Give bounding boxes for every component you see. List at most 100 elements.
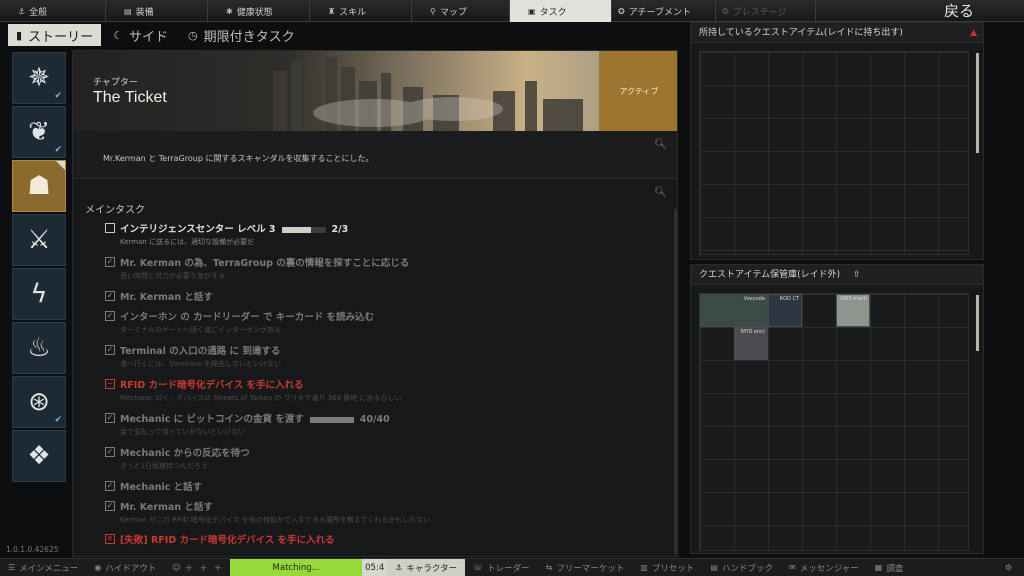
panel-title: クエストアイテム保管庫(レイド外) ⇧ xyxy=(691,265,983,285)
sort-up-icon[interactable]: ⇧ xyxy=(853,270,861,280)
task-title: Mechanic と話す xyxy=(120,482,203,493)
progress-bar xyxy=(281,226,326,233)
chapter-caption: チャプター xyxy=(93,78,138,88)
chapter-6-button[interactable]: ♨ xyxy=(12,322,66,374)
checkbox-checked: ✓ xyxy=(105,291,115,301)
task-title: インテリジェンスセンター レベル 3 2/3 xyxy=(120,224,349,235)
task-item: ✕ [失敗] RFID カード暗号化デバイス を手に入れる xyxy=(105,532,665,556)
tab-health[interactable]: ✱ 健康状態 xyxy=(208,0,310,22)
quest-item[interactable]: RFID encr xyxy=(734,327,768,360)
map-pin-icon: ⚲ xyxy=(430,6,436,16)
panel-scrollbar[interactable] xyxy=(976,295,979,351)
checkbox xyxy=(105,223,115,233)
chapter-1-button[interactable]: ✵ ✔ xyxy=(12,52,66,104)
task-title: RFID カード暗号化デバイス を手に入れる xyxy=(120,380,304,391)
flea-market-icon: ⇆ xyxy=(545,563,553,572)
checkbox-failed: ✕ xyxy=(105,534,115,544)
tab-label: 全般 xyxy=(29,7,48,18)
matching-timer: 05:4 xyxy=(362,558,388,576)
trader-icon: ☏ xyxy=(473,563,484,572)
invite-slot[interactable]: ＋ xyxy=(199,562,208,574)
health-icon: ✱ xyxy=(226,6,233,16)
tab-achievements[interactable]: ✪ アチーブメント xyxy=(612,0,716,22)
character-button[interactable]: ⚓ キャラクター xyxy=(387,558,466,576)
checkbox-checked: ✓ xyxy=(105,257,115,267)
chapter-7-button[interactable]: ⊛ ✔ xyxy=(12,376,66,428)
check-icon: ✔ xyxy=(54,91,62,101)
quest-item[interactable]: Voeyoda xyxy=(700,294,768,327)
survey-button[interactable]: ▦ 調査 xyxy=(867,559,912,576)
achievement-icon: ✪ xyxy=(618,6,625,16)
quest-item[interactable]: ROD CT xyxy=(768,294,802,327)
timer-icon: ◷ xyxy=(187,28,198,42)
task-scrollbar[interactable] xyxy=(674,209,677,554)
task-item: − RFID カード暗号化デバイス を手に入れる Mechanic 曰く、デバイ… xyxy=(105,377,665,407)
back-button[interactable]: 戻る xyxy=(944,0,974,22)
chapter-list: ✵ ✔ ❦ ✔ ☗ ⚔ ϟ ♨ ⊛ ✔ ❖ xyxy=(12,52,66,484)
chapter-3-button[interactable]: ☗ xyxy=(12,160,66,212)
task-category-tabs: ▮ ストーリー ☾ サイド ◷ 期限付きタスク xyxy=(8,24,303,46)
handbook-button[interactable]: ▤ ハンドブック xyxy=(702,559,781,576)
task-item: ✓ インターホン の カードリーダー で キーカード を読み込む ターミナルのゲ… xyxy=(105,309,665,339)
settings-gear-icon: ⚙ xyxy=(1004,563,1012,572)
panel-scrollbar[interactable] xyxy=(976,53,979,153)
fire-icon: ♨ xyxy=(27,333,51,363)
tab-story[interactable]: ▮ ストーリー xyxy=(8,24,102,46)
checkbox-checked: ✓ xyxy=(105,413,115,423)
messenger-button[interactable]: ✉ メッセンジャー xyxy=(781,559,867,576)
settings-button[interactable]: ⚙ xyxy=(997,559,1024,576)
check-icon: ✔ xyxy=(54,145,62,155)
main-menu-button[interactable]: ☰ メインメニュー xyxy=(0,559,86,576)
tab-label: サイド xyxy=(128,29,168,45)
tab-overview[interactable]: ⚓ 全般 xyxy=(0,0,106,22)
item-grid[interactable]: Voeyoda ROD CT AWS mech RFID encr xyxy=(699,293,969,551)
invite-slot[interactable]: ＋ xyxy=(185,562,194,574)
skills-icon: ♜ xyxy=(328,6,336,16)
task-title: Mr. Kerman と話す xyxy=(120,502,213,513)
globe-orbit-icon: ⊛ xyxy=(28,387,50,417)
chapter-banner: チャプター The Ticket アクティブ xyxy=(73,51,677,131)
character-icon: ⚓ xyxy=(395,563,403,572)
checkbox-failed: − xyxy=(105,379,115,389)
task-title: Mr. Kerman の為、TerraGroup の裏の情報を探すことに応じる xyxy=(120,258,410,269)
description-text: Mr.Kerman と TerraGroup に関するスキャンダルを収集すること… xyxy=(103,154,374,163)
quest-item[interactable]: AWS mech xyxy=(836,294,870,327)
task-title: Mechanic からの反応を待つ xyxy=(120,448,250,459)
task-item: ✓ Mechanic からの反応を待つ きっと1日程度待つんだろう xyxy=(105,445,665,475)
story-book-icon: ▮ xyxy=(16,28,23,42)
top-navigation: ⚓ 全般 ▤ 装備 ✱ 健康状態 ♜ スキル ⚲ マップ ▣ タスク ✪ アチーブメント ❂ プ… xyxy=(0,0,1024,22)
hideout-button[interactable]: ◉ ハイドアウト xyxy=(86,559,164,576)
tab-map[interactable]: ⚲ マップ xyxy=(412,0,510,22)
progress-bar xyxy=(309,416,354,423)
task-subtitle: ターミナルのゲートへ続く道にインターホンがある xyxy=(120,326,281,334)
presets-button[interactable]: ▥ プリセット xyxy=(632,559,702,576)
tab-gear[interactable]: ▤ 装備 xyxy=(106,0,208,22)
tab-side[interactable]: ☾ サイド xyxy=(105,24,176,46)
group-button[interactable]: ☺ ＋ ＋ ＋ xyxy=(164,559,230,576)
tab-label: ストーリー xyxy=(28,29,94,45)
task-title: Mr. Kerman と話す xyxy=(120,292,213,303)
tab-timed-tasks[interactable]: ◷ 期限付きタスク xyxy=(180,24,303,46)
invite-slot[interactable]: ＋ xyxy=(214,562,223,574)
panel-title-text: クエストアイテム保管庫(レイド外) xyxy=(699,270,841,280)
chapter-5-button[interactable]: ϟ xyxy=(12,268,66,320)
hideout-icon: ◉ xyxy=(94,563,102,572)
task-list-area: 🔍︎ メインタスク インテリジェンスセンター レベル 3 2/3 Kerman に… xyxy=(73,179,677,556)
task-subtitle: Mechanic 曰く、デバイスは Streets of Tarkov の ヴリ… xyxy=(120,394,402,402)
magnify-icon[interactable]: 🔍︎ xyxy=(654,187,667,198)
task-item: ✓ Mechanic に ビットコインの金貨 を渡す 40/40 金で支払って待っ… xyxy=(105,411,665,441)
tab-prestige: ❂ プレステージ xyxy=(716,0,816,22)
traders-button[interactable]: ☏ トレーダー xyxy=(465,559,538,576)
magnify-icon[interactable]: 🔍︎ xyxy=(654,139,667,150)
flea-market-button[interactable]: ⇆ フリーマーケット xyxy=(538,559,633,576)
chapter-2-button[interactable]: ❦ ✔ xyxy=(12,106,66,158)
chapter-detail-panel: チャプター The Ticket アクティブ 🔍︎ Mr.Kerman と Te… xyxy=(72,50,678,557)
checkbox-checked: ✓ xyxy=(105,311,115,321)
version-label: 1.0.1.0.42625 xyxy=(6,545,59,554)
tab-tasks[interactable]: ▣ タスク xyxy=(510,0,612,22)
menu-icon: ☰ xyxy=(8,563,16,572)
chapter-4-button[interactable]: ⚔ xyxy=(12,214,66,266)
chapter-8-button[interactable]: ❖ xyxy=(12,430,66,482)
item-grid[interactable] xyxy=(699,51,969,255)
tab-skills[interactable]: ♜ スキル xyxy=(310,0,412,22)
